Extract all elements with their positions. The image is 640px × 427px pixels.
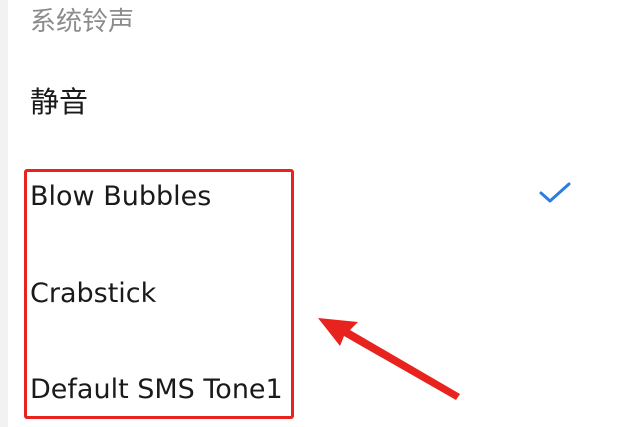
- ringtone-label: Blow Bubbles: [30, 181, 212, 212]
- ringtone-row-default-sms-tone1[interactable]: Default SMS Tone1: [0, 342, 600, 427]
- ringtone-label: 静音: [30, 85, 89, 119]
- checkmark-icon: [539, 182, 571, 203]
- ringtone-label: Default SMS Tone1: [30, 374, 283, 405]
- ringtone-row-crabstick[interactable]: Crabstick: [0, 246, 600, 342]
- ringtone-label: Crabstick: [30, 278, 157, 309]
- ringtone-row-silent[interactable]: 静音: [0, 52, 600, 148]
- ringtone-row-blow-bubbles[interactable]: Blow Bubbles: [0, 150, 600, 246]
- section-header-system-ringtones: 系统铃声: [30, 7, 135, 37]
